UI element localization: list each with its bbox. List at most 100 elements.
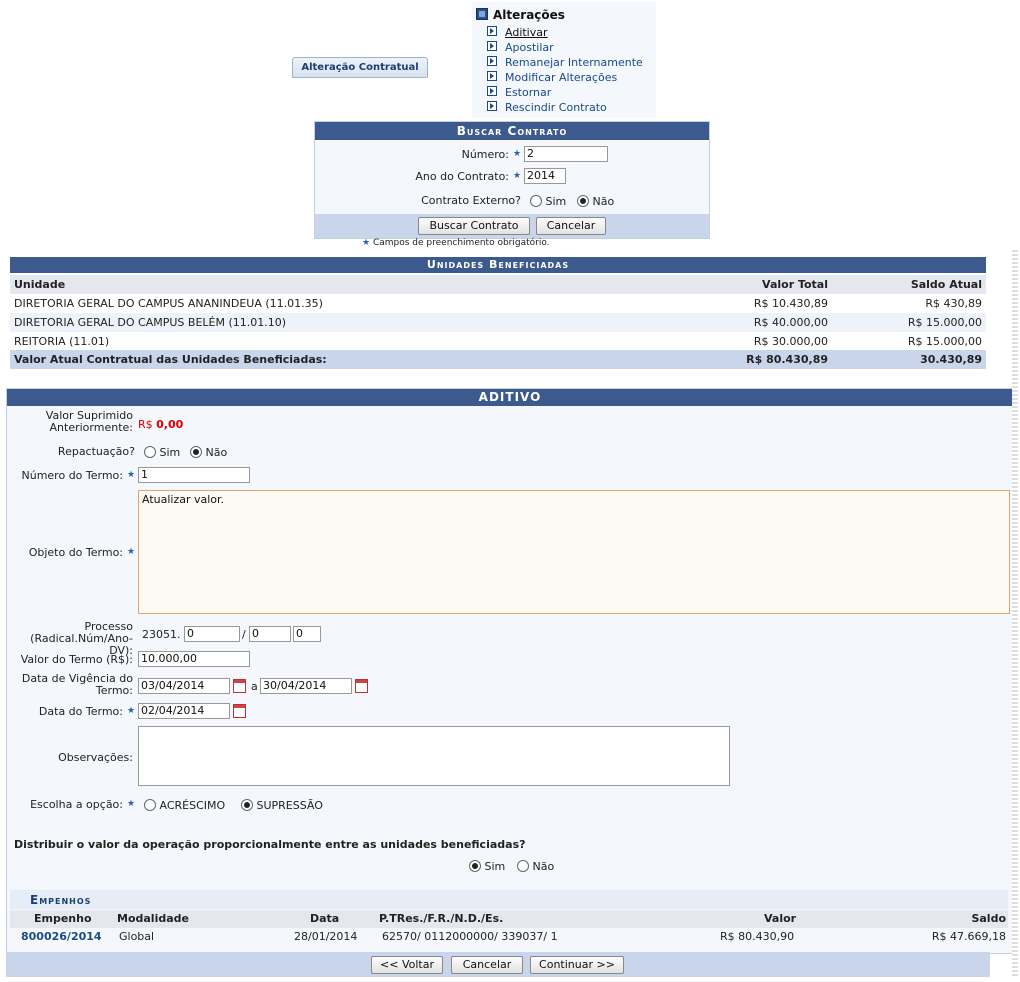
processo-dv-input[interactable]: 0 [293, 626, 321, 642]
radio-nao-label: Não [532, 860, 555, 873]
tab-alteracao-contratual[interactable]: Alteração Contratual [292, 57, 428, 78]
calendar-icon[interactable] [233, 679, 246, 693]
voltar-button[interactable]: << Voltar [371, 956, 443, 974]
externo-nao-option[interactable]: Não [577, 195, 614, 208]
data-termo-input[interactable]: 02/04/2014 [138, 703, 230, 719]
radio-nao[interactable] [577, 195, 589, 207]
arrow-icon [487, 101, 497, 111]
distribuir-question: Distribuir o valor da operação proporcio… [14, 838, 526, 851]
required-star-icon: ★ [127, 470, 136, 480]
vigencia-inicio-input[interactable]: 03/04/2014 [138, 678, 230, 694]
repactuacao-sim-option[interactable]: Sim [144, 446, 180, 459]
cell-modalidade: Global [119, 930, 155, 943]
numero-termo-label: Número do Termo: [21, 469, 124, 482]
collapse-icon [476, 8, 488, 20]
menu-item-estornar[interactable]: Estornar [487, 86, 551, 99]
distribuir-nao-option[interactable]: Não [517, 860, 554, 873]
menu-item-label: Apostilar [505, 41, 554, 54]
table-row: REITORIA (11.01) R$ 30.000,00 R$ 15.000,… [10, 332, 986, 351]
radio-sim[interactable] [144, 446, 156, 458]
menu-item-modificar[interactable]: Modificar Alterações [487, 71, 617, 84]
required-note: ★ Campos de preenchimento obrigatório. [362, 238, 550, 248]
processo-ano-input[interactable]: 0 [249, 626, 291, 642]
footer-saldo-atual: 30.430,89 [920, 353, 982, 366]
menu-item-rescindir[interactable]: Rescindir Contrato [487, 101, 607, 114]
col-saldo-atual: Saldo Atual [910, 278, 982, 291]
cell-ptres: 62570/ 0112000000/ 339037/ 1 [382, 930, 558, 943]
radio-sim-label: Sim [159, 446, 181, 459]
menu-item-label: Remanejar Internamente [505, 56, 643, 69]
col-valor: Valor [764, 912, 797, 925]
buscar-contrato-button[interactable]: Buscar Contrato [418, 217, 530, 235]
processo-numero-input[interactable]: 0 [184, 626, 240, 642]
valor-termo-input[interactable]: 10.000,00 [138, 651, 250, 667]
radio-acrescimo[interactable] [144, 799, 156, 811]
arrow-icon [487, 26, 497, 36]
required-star-icon: ★ [362, 238, 371, 248]
cell-saldo-atual: R$ 15.000,00 [907, 316, 982, 329]
radio-nao[interactable] [190, 446, 202, 458]
cell-data: 28/01/2014 [294, 930, 358, 943]
unidades-title: Unidades Beneficiadas [10, 257, 986, 273]
repactuacao-nao-option[interactable]: Não [190, 446, 227, 459]
alteracoes-menu: Alterações Aditivar Apostilar Remanejar … [472, 2, 656, 118]
col-modalidade: Modalidade [117, 912, 189, 925]
valor-suprimido-label: Valor Suprimido Anteriormente: [11, 410, 133, 434]
calendar-icon[interactable] [355, 679, 368, 693]
menu-item-label: Aditivar [505, 26, 548, 39]
distribuir-sim-option[interactable]: Sim [469, 860, 505, 873]
scroll-edge [1012, 250, 1018, 978]
table-row: DIRETORIA GERAL DO CAMPUS ANANINDEUA (11… [10, 294, 986, 313]
required-star-icon: ★ [127, 799, 136, 809]
menu-item-apostilar[interactable]: Apostilar [487, 41, 554, 54]
empenho-link[interactable]: 800026/2014 [21, 928, 102, 946]
radio-supressao[interactable] [241, 799, 253, 811]
vigencia-separator: a [251, 680, 258, 693]
continuar-button[interactable]: Continuar >> [530, 956, 624, 974]
objeto-termo-textarea[interactable]: Atualizar valor. [138, 490, 1010, 614]
opcao-supressao-option[interactable]: SUPRESSÃO [241, 799, 323, 812]
cell-saldo: R$ 47.669,18 [931, 930, 1006, 943]
observacoes-textarea[interactable] [138, 726, 730, 786]
radio-nao[interactable] [517, 860, 529, 872]
cancelar-busca-button[interactable]: Cancelar [536, 217, 606, 235]
objeto-termo-label: Objeto do Termo: [28, 546, 123, 559]
col-data: Data [310, 912, 340, 925]
col-empenho: Empenho [34, 912, 92, 925]
calendar-icon[interactable] [233, 704, 246, 718]
table-footer-row: Valor Atual Contratual das Unidades Bene… [10, 350, 986, 369]
col-valor-total: Valor Total [762, 278, 828, 291]
numero-input[interactable]: 2 [524, 146, 608, 162]
data-termo-label: Data do Termo: [38, 705, 123, 718]
vigencia-label-line2: Termo: [95, 684, 133, 697]
required-star-icon: ★ [127, 706, 136, 716]
ano-input[interactable]: 2014 [524, 168, 566, 184]
vigencia-fim-input[interactable]: 30/04/2014 [260, 678, 352, 694]
valor-termo-label: Valor do Termo (R$): [20, 653, 133, 666]
radio-sim[interactable] [469, 860, 481, 872]
menu-item-remanejar[interactable]: Remanejar Internamente [487, 56, 643, 69]
observacoes-label: Observações: [58, 751, 133, 764]
radio-sim-label: Sim [484, 860, 506, 873]
numero-termo-input[interactable]: 1 [138, 467, 250, 483]
alteracoes-menu-header[interactable]: Alterações [476, 8, 565, 22]
aditivo-form: ADITIVO Valor Suprimido Anteriormente: R$… [6, 388, 1014, 954]
buscar-contrato-form: Buscar Contrato Número: ★ 2 Ano do Contr… [314, 121, 710, 239]
currency-symbol: R$ [138, 418, 153, 431]
externo-sim-option[interactable]: Sim [530, 195, 566, 208]
aditivo-title: ADITIVO [7, 389, 1013, 406]
cancelar-button[interactable]: Cancelar [451, 956, 523, 974]
radio-sim[interactable] [530, 195, 542, 207]
menu-item-label: Rescindir Contrato [505, 101, 607, 114]
menu-title: Alterações [493, 8, 565, 22]
col-unidade: Unidade [14, 278, 66, 291]
cell-valor: R$ 80.430,90 [720, 930, 795, 943]
opcao-acrescimo-option[interactable]: ACRÉSCIMO [144, 799, 225, 812]
cell-valor-total: R$ 30.000,00 [753, 335, 828, 348]
menu-item-aditivar[interactable]: Aditivar [487, 26, 548, 39]
tab-underline [292, 77, 426, 78]
arrow-icon [487, 56, 497, 66]
table-header-row: Empenho Modalidade Data P.TRes./F.R./N.D… [10, 910, 1008, 928]
table-header-row: Unidade Valor Total Saldo Atual [10, 275, 986, 294]
arrow-icon [487, 86, 497, 96]
